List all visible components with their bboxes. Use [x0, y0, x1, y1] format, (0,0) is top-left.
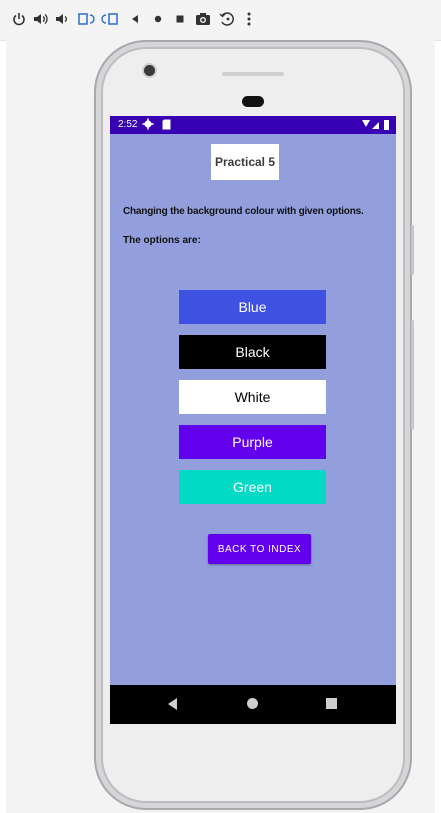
status-bar: 2:52 [110, 116, 396, 134]
power-side-button [411, 225, 414, 275]
front-camera [144, 65, 155, 76]
home-icon[interactable] [149, 10, 167, 28]
zoom-icon[interactable] [218, 10, 236, 28]
description-text: Changing the background colour with give… [123, 206, 364, 217]
volume-down-icon[interactable] [54, 10, 72, 28]
nav-recents-icon[interactable] [326, 698, 337, 709]
back-to-index-button[interactable]: BACK TO INDEX [208, 534, 311, 564]
volume-up-icon[interactable] [32, 10, 50, 28]
device-screen: 2:52 Practical 5 Changing the background… [110, 116, 396, 724]
status-time: 2:52 [118, 119, 138, 130]
blue-button[interactable]: Blue [179, 290, 326, 324]
back-icon[interactable] [126, 10, 144, 28]
rotate-right-icon[interactable] [101, 10, 119, 28]
signal-battery-icons [362, 120, 389, 130]
black-button[interactable]: Black [179, 335, 326, 369]
emulator-toolbar [0, 0, 441, 41]
nav-home-icon[interactable] [247, 698, 258, 709]
green-button[interactable]: Green [179, 470, 326, 504]
options-label: The options are: [123, 235, 201, 246]
volume-side-button [411, 320, 414, 430]
sd-card-icon [162, 119, 171, 130]
purple-button[interactable]: Purple [179, 425, 326, 459]
overview-icon[interactable] [171, 10, 189, 28]
settings-icon [142, 118, 154, 130]
white-button[interactable]: White [179, 380, 326, 414]
rotate-left-icon[interactable] [77, 10, 95, 28]
navigation-bar [110, 685, 396, 724]
more-icon[interactable] [240, 10, 258, 28]
proximity-sensor [242, 96, 264, 107]
page-title: Practical 5 [211, 144, 279, 180]
power-icon[interactable] [10, 10, 28, 28]
earpiece-speaker [222, 72, 284, 76]
nav-back-icon[interactable] [168, 698, 177, 710]
screenshot-icon[interactable] [194, 10, 212, 28]
